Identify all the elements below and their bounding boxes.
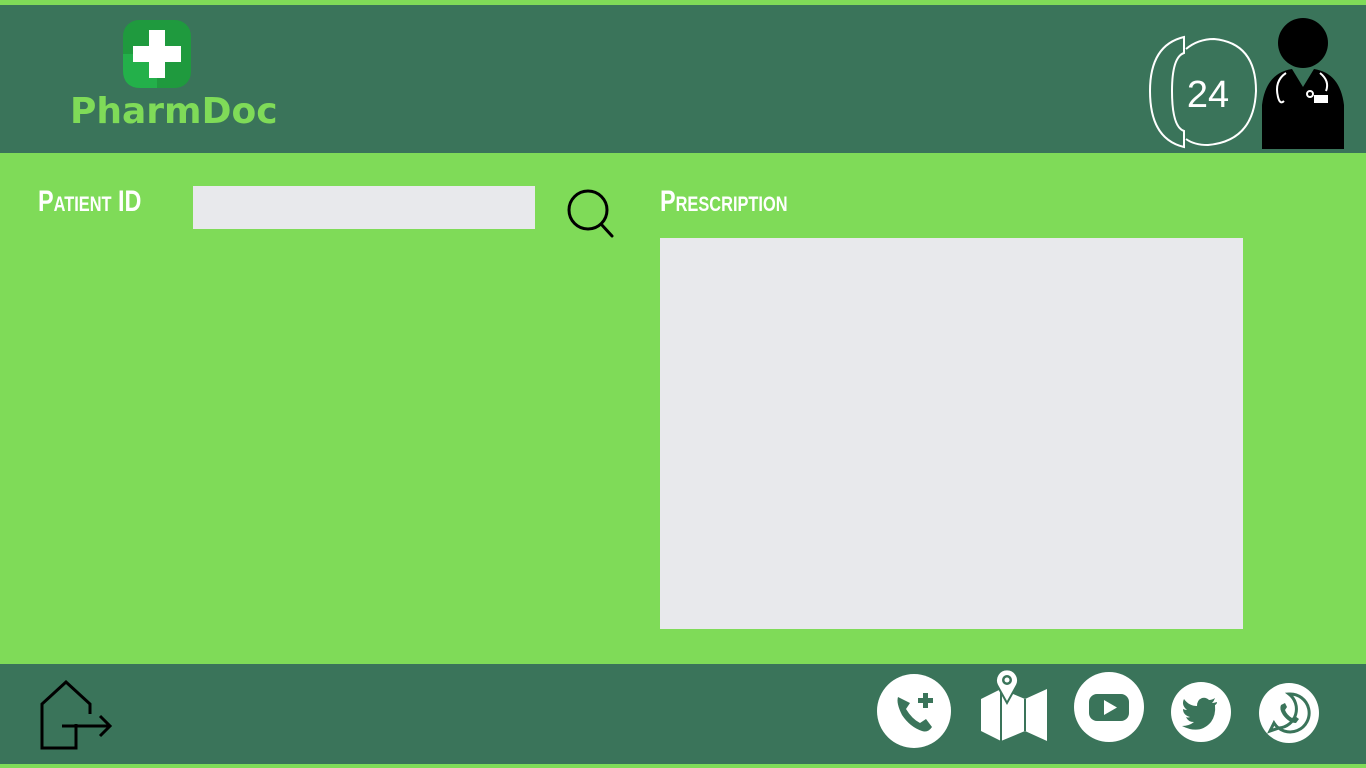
home-logout-icon[interactable] — [36, 680, 116, 754]
prescription-textarea[interactable] — [660, 238, 1243, 629]
patient-id-input[interactable] — [193, 186, 535, 229]
whatsapp-icon[interactable] — [1259, 683, 1319, 743]
twitter-icon[interactable] — [1171, 682, 1231, 742]
app-name: PharmDoc — [70, 91, 278, 132]
emergency-call-icon[interactable] — [876, 673, 952, 749]
search-icon[interactable] — [564, 186, 618, 240]
header-bar: PharmDoc 24 — [0, 5, 1366, 153]
youtube-icon[interactable] — [1074, 672, 1144, 742]
doctor-icon[interactable] — [1258, 17, 1348, 149]
medical-cross-icon — [123, 20, 191, 88]
app-logo[interactable]: PharmDoc — [60, 17, 290, 137]
patient-id-label: Patient ID — [38, 185, 142, 218]
prescription-label: Prescription — [660, 185, 788, 218]
pharmdoc-page: PharmDoc 24 Patient ID Prescription — [0, 0, 1366, 768]
support-hours-text: 24 — [1187, 74, 1229, 116]
footer-bar — [0, 664, 1366, 764]
phone-24-hours-icon[interactable]: 24 — [1146, 35, 1262, 151]
map-location-icon[interactable] — [979, 669, 1049, 743]
